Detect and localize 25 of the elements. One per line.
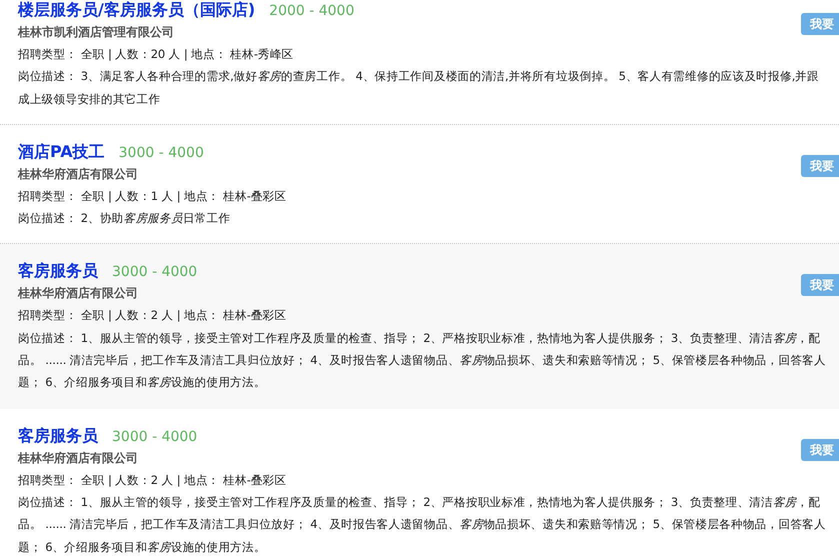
salary-range: 3000 - 4000 <box>112 264 198 280</box>
company-name: 桂林市凯利酒店管理有限公司 <box>18 24 175 41</box>
job-description: 岗位描述： 1、服从主管的领导，接受主管对工作程序及质量的检查、指导； 2、严格按职业标准，热情地为客人提供服务； 3、负责整理、清洁客房，配 <box>18 330 820 347</box>
job-title-link[interactable]: 酒店PA技工 <box>18 142 105 163</box>
company-name: 桂林华府酒店有限公司 <box>18 285 139 302</box>
job-title-link[interactable]: 客房服务员 <box>18 261 98 282</box>
job-meta: 招聘类型： 全职 | 人数：2 人 | 地点： 桂林-叠彩区 <box>18 307 288 324</box>
job-description: 品。 ...... 清洁完毕后，把工作车及清洁工具归位放好； 4、及时报告客人遗留物品、客房物品损坏、遗失和索赔等情况； 5、保管楼层各种物品，回答客人 <box>18 352 826 370</box>
job-description: 品。 ...... 清洁完毕后，把工作车及清洁工具归位放好； 4、及时报告客人遗留物品、客房物品损坏、遗失和索赔等情况； 5、保管楼层各种物品，回答客人 <box>18 516 826 534</box>
salary-range: 3000 - 4000 <box>112 428 198 445</box>
job-description: 成上级领导安排的其它工作 <box>18 90 160 108</box>
job-description: 岗位描述： 3、满足客人各种合理的需求,做好客房的查房工作。 4、保持工作间及楼面的清洁,并将所有垃圾倒掉。 5、客人有需维修的应该及时报修,并跟 <box>18 68 819 86</box>
job-title-link[interactable]: 客房服务员 <box>18 426 98 447</box>
job-description: 岗位描述： 2、协助 客房服务员日常工作 <box>18 210 230 228</box>
job-meta: 招聘类型： 全职 | 人数：20 人 | 地点： 桂林-秀峰区 <box>18 46 294 63</box>
salary-range: 3000 - 4000 <box>118 144 204 161</box>
job-meta: 招聘类型： 全职 | 人数：2 人 | 地点： 桂林-叠彩区 <box>18 472 288 489</box>
job-description: 岗位描述： 1、服从主管的领导，接受主管对工作程序及质量的检查、指导； 2、严格按职业标准，热情地为客人提供服务； 3、负责整理、清洁客房，配 <box>18 494 820 511</box>
job-description: 题； 6、介绍服务项目和客房设施的使用方法。 <box>18 538 266 556</box>
job-title-link[interactable]: 楼层服务员/客房服务员（国际店) <box>18 0 256 21</box>
salary-range: 2000 - 4000 <box>269 3 354 19</box>
company-name: 桂林华府酒店有限公司 <box>18 450 139 467</box>
job-meta: 招聘类型： 全职 | 人数：1 人 | 地点： 桂林-叠彩区 <box>18 188 288 205</box>
company-name: 桂林华府酒店有限公司 <box>18 166 139 183</box>
job-description: 题； 6、介绍服务项目和客房设施的使用方法。 <box>18 374 266 392</box>
